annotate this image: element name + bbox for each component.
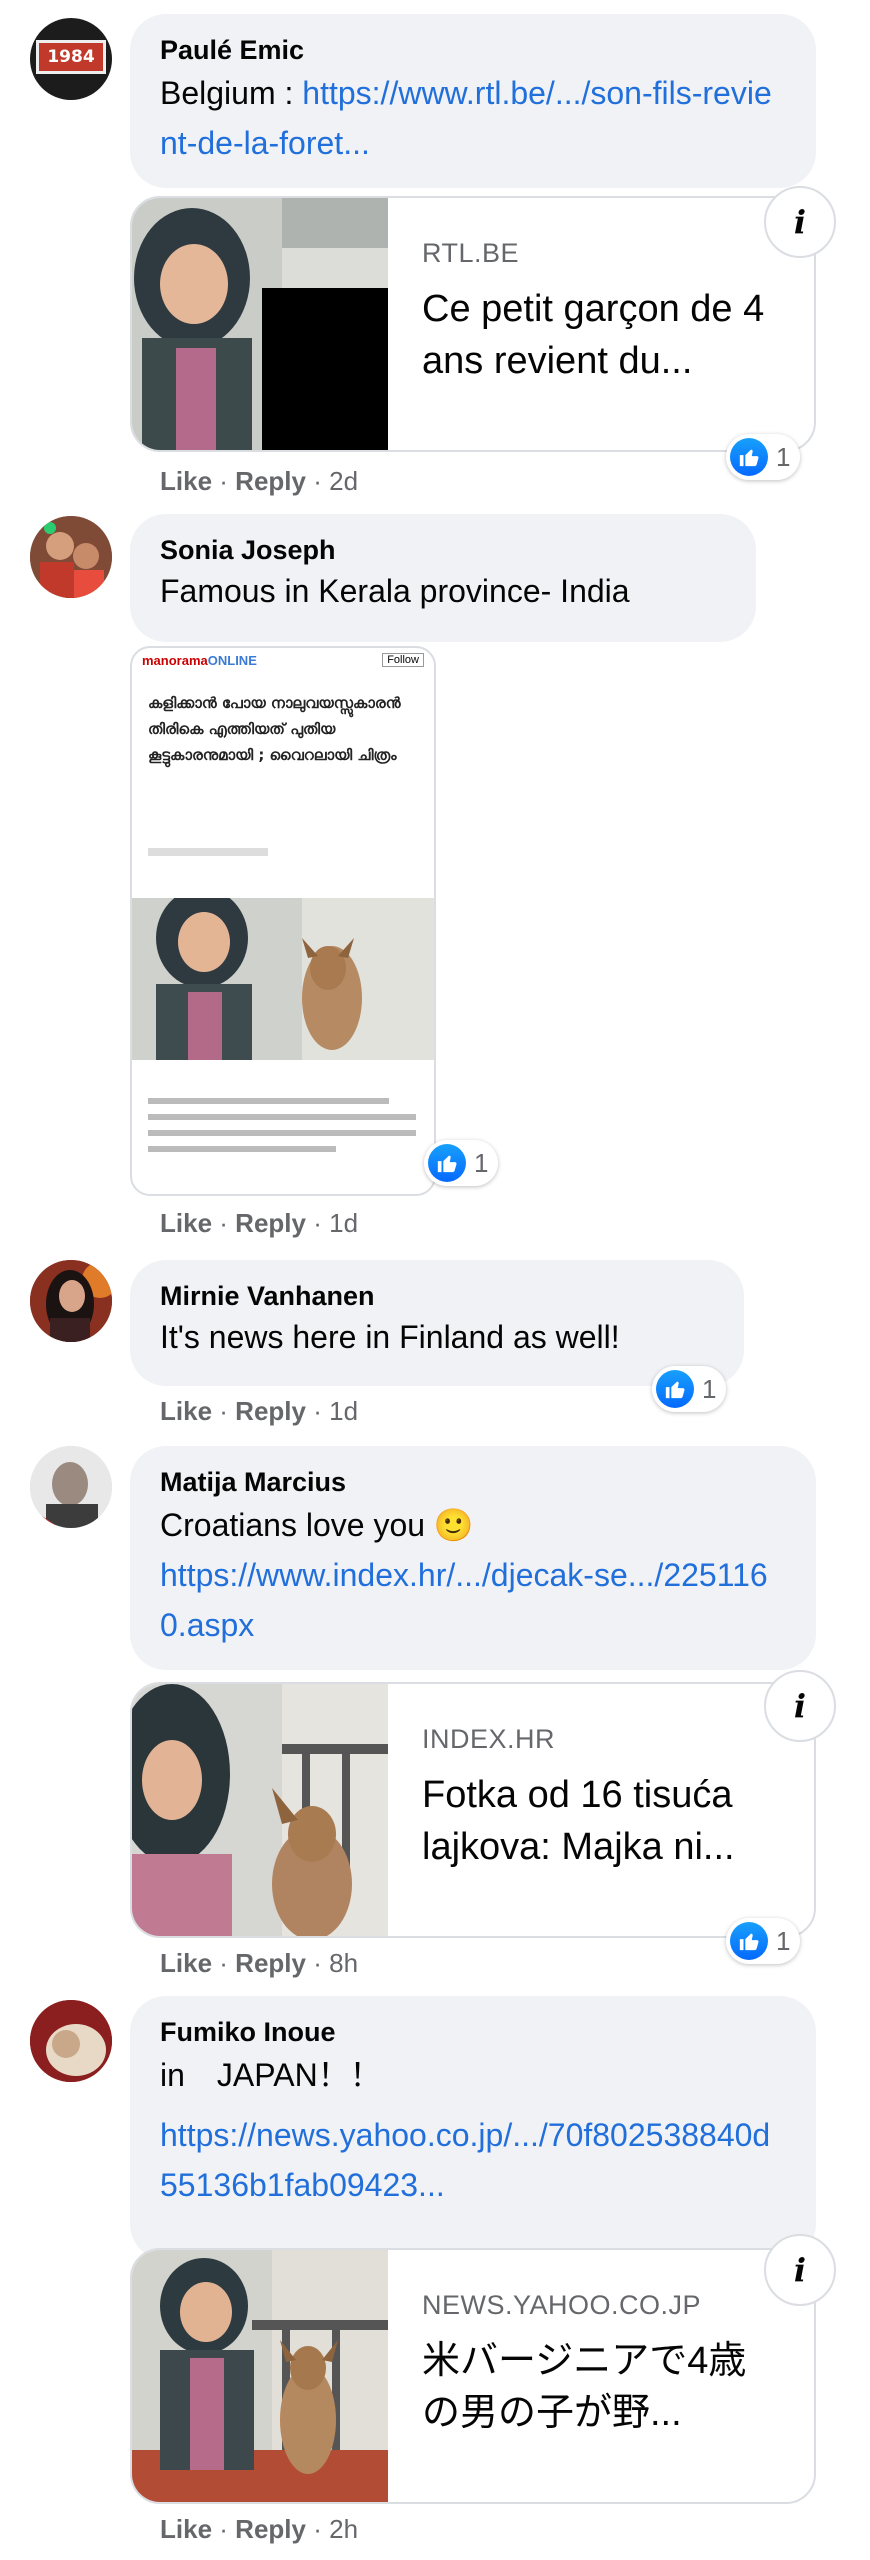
comment-author[interactable]: Fumiko Inoue bbox=[160, 2014, 784, 2050]
like-button[interactable]: Like bbox=[160, 2514, 212, 2544]
comment-text: It's news here in Finland as well! bbox=[160, 1319, 620, 1355]
link-preview-card[interactable]: RTL.BE Ce petit garçon de 4 ans revient … bbox=[130, 196, 816, 452]
link-preview-card[interactable]: INDEX.HR Fotka od 16 tisuća lajkova: Maj… bbox=[130, 1682, 816, 1938]
timestamp[interactable]: 8h bbox=[329, 1948, 358, 1978]
reaction-count[interactable]: 1 bbox=[726, 434, 801, 480]
preview-title[interactable]: Fotka od 16 tisuća lajkova: Majka ni... bbox=[422, 1769, 774, 1873]
like-button[interactable]: Like bbox=[160, 1948, 212, 1978]
comment-bubble: Mirnie Vanhanen It's news here in Finlan… bbox=[130, 1260, 744, 1386]
comment-text: Belgium : bbox=[160, 75, 294, 111]
comment-actions: Like · Reply · 1d bbox=[160, 1208, 359, 1238]
reaction-number: 1 bbox=[776, 1925, 791, 1956]
avatar[interactable] bbox=[30, 2000, 112, 2082]
comment-author[interactable]: Paulé Emic bbox=[160, 32, 784, 68]
reply-button[interactable]: Reply bbox=[235, 1948, 306, 1978]
comment-bubble: Paulé Emic Belgium : https://www.rtl.be/… bbox=[130, 14, 816, 188]
like-button[interactable]: Like bbox=[160, 466, 212, 496]
comment-text: Croatians love you 🙂 bbox=[160, 1507, 474, 1543]
preview-domain: NEWS.YAHOO.CO.JP bbox=[422, 2290, 702, 2320]
like-button[interactable]: Like bbox=[160, 1396, 212, 1426]
news-screenshot-image[interactable]: manoramaONLINE Follow കളിക്കാൻ പോയ നാലുവ… bbox=[130, 646, 436, 1196]
news-brand: manorama bbox=[142, 652, 208, 668]
comment-link[interactable]: https://news.yahoo.co.jp/.../70f80253884… bbox=[160, 2110, 784, 2210]
reaction-count[interactable]: 1 bbox=[652, 1366, 727, 1412]
preview-domain: INDEX.HR bbox=[422, 1724, 556, 1754]
reaction-number: 1 bbox=[702, 1373, 717, 1404]
comment-bubble: Matija Marcius Croatians love you 🙂 http… bbox=[130, 1446, 816, 1670]
thumbs-up-icon bbox=[656, 1370, 694, 1408]
comment-actions: Like · Reply · 1d bbox=[160, 1396, 359, 1426]
reaction-count[interactable]: 1 bbox=[726, 1918, 801, 1964]
news-headline: കളിക്കാൻ പോയ നാലുവയസ്സുകാരൻ തിരികെ എത്തി… bbox=[148, 694, 401, 764]
comment-author[interactable]: Sonia Joseph bbox=[160, 532, 724, 568]
follow-label: Follow bbox=[382, 653, 424, 667]
like-button[interactable]: Like bbox=[160, 1208, 212, 1238]
comment-author[interactable]: Mirnie Vanhanen bbox=[160, 1278, 712, 1314]
preview-title[interactable]: 米バージニアで4歳の男の子が野... bbox=[422, 2335, 774, 2439]
comment-link[interactable]: https://www.index.hr/.../djecak-se.../22… bbox=[160, 1550, 784, 1650]
avatar[interactable] bbox=[30, 1260, 112, 1342]
comment-actions: Like · Reply · 2d bbox=[160, 466, 359, 496]
avatar[interactable] bbox=[30, 516, 112, 598]
thumbs-up-icon bbox=[428, 1144, 466, 1182]
news-body-lines bbox=[148, 1088, 416, 1162]
preview-thumbnail bbox=[132, 2250, 388, 2502]
reply-button[interactable]: Reply bbox=[235, 1396, 306, 1426]
avatar[interactable] bbox=[30, 1446, 112, 1528]
info-icon[interactable]: i bbox=[764, 186, 836, 258]
avatar[interactable]: 1984 bbox=[30, 18, 112, 100]
preview-title[interactable]: Ce petit garçon de 4 ans revient du... bbox=[422, 283, 774, 387]
comment-actions: Like · Reply · 2h bbox=[160, 2514, 359, 2544]
news-photo bbox=[132, 898, 434, 1060]
reaction-count[interactable]: 1 bbox=[424, 1140, 499, 1186]
reaction-number: 1 bbox=[776, 441, 791, 472]
comment-author[interactable]: Matija Marcius bbox=[160, 1464, 784, 1500]
info-icon[interactable]: i bbox=[764, 2234, 836, 2306]
comment-bubble: Sonia Joseph Famous in Kerala province- … bbox=[130, 514, 756, 642]
comment-actions: Like · Reply · 8h bbox=[160, 1948, 359, 1978]
avatar-logo-text: 1984 bbox=[47, 47, 95, 67]
preview-domain: RTL.BE bbox=[422, 238, 520, 268]
comment-text: Famous in Kerala province- India bbox=[160, 573, 630, 609]
comment-text: in JAPAN！！ bbox=[160, 2057, 382, 2093]
comment-bubble: Fumiko Inoue in JAPAN！！ https://news.yah… bbox=[130, 1996, 816, 2260]
link-preview-card[interactable]: NEWS.YAHOO.CO.JP 米バージニアで4歳の男の子が野... bbox=[130, 2248, 816, 2504]
reaction-number: 1 bbox=[474, 1147, 489, 1178]
reply-button[interactable]: Reply bbox=[235, 1208, 306, 1238]
timestamp[interactable]: 1d bbox=[329, 1396, 358, 1426]
info-icon[interactable]: i bbox=[764, 1670, 836, 1742]
reply-button[interactable]: Reply bbox=[235, 2514, 306, 2544]
preview-thumbnail bbox=[132, 1684, 388, 1936]
thumbs-up-icon bbox=[730, 1922, 768, 1960]
reply-button[interactable]: Reply bbox=[235, 466, 306, 496]
timestamp[interactable]: 1d bbox=[329, 1208, 358, 1238]
news-meta-line bbox=[148, 848, 268, 856]
thumbs-up-icon bbox=[730, 438, 768, 476]
timestamp[interactable]: 2h bbox=[329, 2514, 358, 2544]
timestamp[interactable]: 2d bbox=[329, 466, 358, 496]
preview-thumbnail bbox=[132, 198, 388, 450]
